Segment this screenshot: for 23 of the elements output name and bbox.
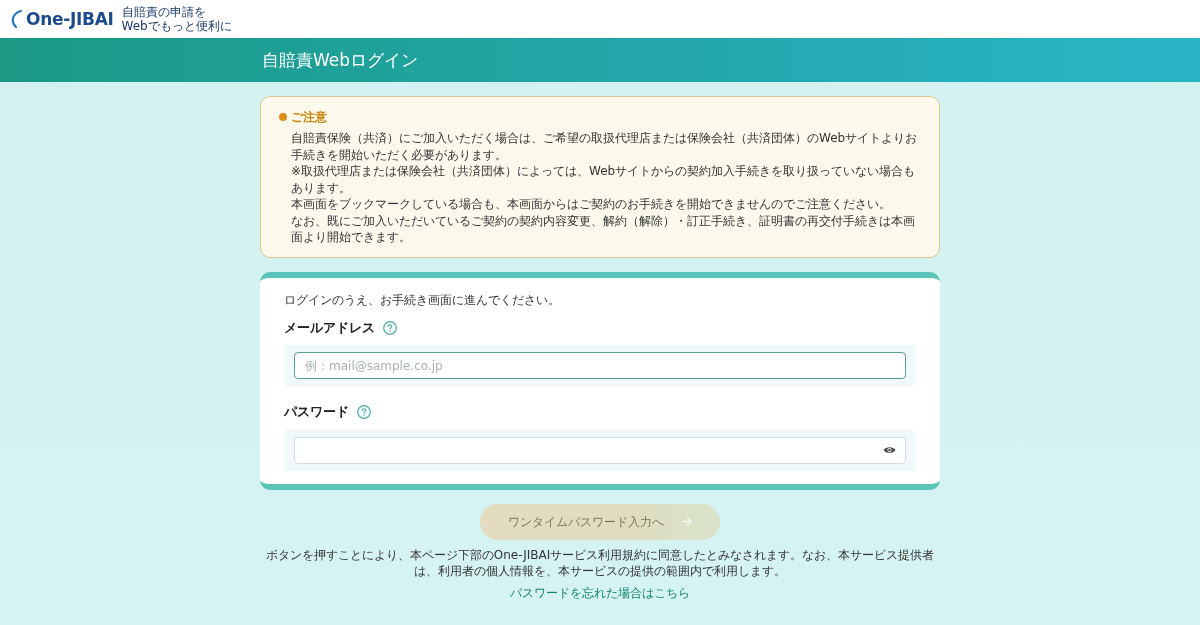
eye-icon — [883, 446, 896, 455]
email-field[interactable]: 例：mail@sample.co.jp — [294, 352, 906, 380]
page-title: 自賠責Webログイン — [261, 49, 420, 71]
bullet-icon — [279, 113, 287, 121]
field-label: パスワード — [284, 403, 349, 422]
intro-text: ログインのうえ、お手続き画面に進んでください。 — [284, 291, 561, 309]
logo-tagline: 自賠責の申請を — [121, 4, 207, 19]
consent-text: ボタンを押すことにより、本ページ下部のOne-JIBAIサービス利用規約に同意したとみなされます。なお、本サービス提供者は、利用者の個人情報を、本サービスの提供の範囲内で利用します。 — [264, 546, 936, 580]
help-icon[interactable] — [383, 320, 397, 335]
arrow-right-icon — [682, 517, 692, 527]
forgot-password-link[interactable]: パスワードを忘れた場合はこちら — [510, 583, 690, 602]
logo[interactable]: One-JIBAI — [26, 10, 114, 28]
notice-text: ※取扱代理店または保険会社（共済団体）によっては、Webサイトからの契約加入手続きを取り扱っていない場合もあります。 — [290, 163, 917, 197]
show-password-button[interactable] — [883, 446, 896, 455]
notice-text: なお、既にご加入いただいているご契約の契約内容変更、解約（解除）・訂正手続き、証明書の再交付手続きは本画面より開始できます。 — [290, 212, 916, 246]
notice-title: ご注意 — [291, 109, 327, 126]
logo-tagline: Webでもっと便利に — [121, 19, 232, 34]
password-field[interactable] — [294, 436, 906, 464]
help-icon[interactable] — [357, 405, 371, 420]
swoosh-icon — [10, 9, 22, 29]
notice-text: 本画面をブックマークしている場合も、本画面からはご契約のお手続きを開始できませんのでご注意ください。 — [290, 196, 892, 213]
notice-text: 自賠責保険（共済）にご加入いただく場合は、ご希望の取扱代理店または保険会社（共済団体）のWebサイトよりお手続きを開始いただく必要があります。 — [290, 130, 919, 164]
field-label: メールアドレス — [284, 318, 375, 337]
